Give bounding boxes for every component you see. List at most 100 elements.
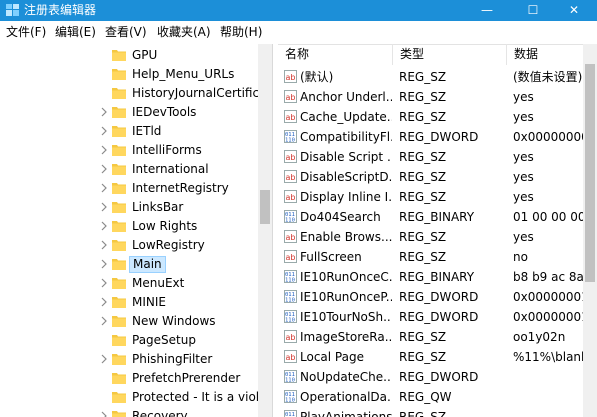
- folder-icon: [112, 107, 126, 118]
- value-data: yes: [513, 190, 534, 204]
- tree-item[interactable]: IntelliForms: [0, 141, 258, 160]
- chevron-right-icon[interactable]: [100, 316, 108, 326]
- svg-text:110: 110: [285, 278, 295, 284]
- value-data: yes: [513, 90, 534, 104]
- chevron-right-icon[interactable]: [100, 297, 108, 307]
- folder-icon: [112, 411, 126, 417]
- svg-text:110: 110: [285, 378, 295, 384]
- tree-item[interactable]: Low Rights: [0, 217, 258, 236]
- value-name: PlayAnimations: [300, 410, 392, 417]
- tree-item-label: LowRegistry: [132, 238, 205, 252]
- tree-item[interactable]: International: [0, 160, 258, 179]
- tree-scrollbar[interactable]: [258, 44, 272, 417]
- value-row[interactable]: 011 110 NoUpdateChe... REG_DWORD: [278, 367, 583, 387]
- tree-item[interactable]: LowRegistry: [0, 236, 258, 255]
- tree-item[interactable]: MINIE: [0, 293, 258, 312]
- value-data: 01 00 00 00: [513, 210, 583, 224]
- list-scrollbar-thumb[interactable]: [585, 64, 595, 282]
- value-name: Local Page: [300, 350, 364, 364]
- tree-item[interactable]: New Windows: [0, 312, 258, 331]
- tree-item[interactable]: Protected - It is a viola: [0, 388, 258, 407]
- menu-file[interactable]: 文件(F): [6, 25, 46, 40]
- column-header-name[interactable]: 名称: [278, 44, 393, 65]
- tree-item[interactable]: IETld: [0, 122, 258, 141]
- string-value-icon: ab: [284, 250, 297, 263]
- value-row[interactable]: 011 110 IE10TourNoSh... REG_DWORD 0x00000001: [278, 307, 583, 327]
- maximize-button[interactable]: ☐: [510, 0, 556, 21]
- chevron-right-icon[interactable]: [100, 221, 108, 231]
- column-header-data[interactable]: 数据: [507, 44, 583, 65]
- value-type: REG_SZ: [399, 70, 447, 84]
- minimize-button[interactable]: —: [464, 0, 510, 21]
- tree-item-label: PrefetchPrerender: [132, 371, 241, 385]
- svg-text:110: 110: [285, 298, 295, 304]
- tree-item[interactable]: HistoryJournalCertifica: [0, 84, 258, 103]
- value-row[interactable]: ab DisableScriptD... REG_SZ yes: [278, 167, 583, 187]
- value-row[interactable]: ab Local Page REG_SZ %11%\blank: [278, 347, 583, 367]
- value-row[interactable]: ab (默认) REG_SZ (数值未设置): [278, 67, 583, 87]
- folder-icon: [112, 278, 126, 289]
- svg-text:ab: ab: [286, 193, 296, 202]
- value-type: REG_SZ: [399, 170, 447, 184]
- value-row[interactable]: ab Disable Script ... REG_SZ yes: [278, 147, 583, 167]
- value-type: REG_SZ: [399, 90, 447, 104]
- value-row[interactable]: 011 110 IE10RunOnceC... REG_BINARY b8 b9 ac …: [278, 267, 583, 287]
- value-type: REG_DWORD: [399, 310, 479, 324]
- folder-icon: [112, 259, 126, 270]
- value-name: IE10RunOnceC...: [300, 270, 392, 284]
- menu-view[interactable]: 查看(V): [105, 25, 147, 40]
- value-row[interactable]: ab Cache_Update... REG_SZ yes: [278, 107, 583, 127]
- tree-scrollbar-thumb[interactable]: [260, 190, 270, 224]
- value-row[interactable]: ab ImageStoreRa... REG_SZ oo1y02n: [278, 327, 583, 347]
- chevron-right-icon[interactable]: [100, 183, 108, 193]
- menu-help[interactable]: 帮助(H): [220, 25, 262, 40]
- chevron-right-icon[interactable]: [100, 126, 108, 136]
- value-data: yes: [513, 170, 534, 184]
- value-row[interactable]: 011110PlayAnimations REG_SZ: [278, 407, 583, 417]
- chevron-right-icon[interactable]: [100, 164, 108, 174]
- folder-icon: [112, 69, 126, 80]
- value-type: REG_SZ: [399, 190, 447, 204]
- value-row[interactable]: 011 110 CompatibilityFl... REG_DWORD 0x00000…: [278, 127, 583, 147]
- tree-item[interactable]: IEDevTools: [0, 103, 258, 122]
- value-row[interactable]: ab FullScreen REG_SZ no: [278, 247, 583, 267]
- tree-item[interactable]: PrefetchPrerender: [0, 369, 258, 388]
- value-row[interactable]: 011 110 OperationalDa... REG_QW: [278, 387, 583, 407]
- column-header-type[interactable]: 类型: [393, 44, 507, 65]
- tree-item[interactable]: InternetRegistry: [0, 179, 258, 198]
- value-name: IE10RunOnceP...: [300, 290, 392, 304]
- tree-item[interactable]: Main: [0, 255, 258, 274]
- menu-favorites[interactable]: 收藏夹(A): [157, 25, 211, 40]
- registry-key-tree[interactable]: GPU Help_Menu_URLs HistoryJournalCertifica…: [0, 44, 271, 417]
- value-row[interactable]: ab Anchor Underl... REG_SZ yes: [278, 87, 583, 107]
- chevron-right-icon[interactable]: [100, 259, 108, 269]
- value-row[interactable]: 011 110 IE10RunOnceP... REG_DWORD 0x00000001: [278, 287, 583, 307]
- chevron-right-icon[interactable]: [100, 354, 108, 364]
- value-row[interactable]: 011 110 Do404Search REG_BINARY 01 00 00 00: [278, 207, 583, 227]
- close-button[interactable]: ✕: [551, 0, 597, 21]
- chevron-right-icon[interactable]: [100, 278, 108, 288]
- tree-item[interactable]: LinksBar: [0, 198, 258, 217]
- chevron-right-icon[interactable]: [100, 202, 108, 212]
- chevron-right-icon[interactable]: [100, 240, 108, 250]
- chevron-right-icon[interactable]: [100, 107, 108, 117]
- tree-item-label: GPU: [132, 48, 158, 62]
- tree-item[interactable]: PageSetup: [0, 331, 258, 350]
- binary-value-icon: 011110: [284, 410, 297, 417]
- chevron-right-icon[interactable]: [100, 145, 108, 155]
- tree-item-label: LinksBar: [132, 200, 184, 214]
- string-value-icon: ab: [284, 190, 297, 203]
- value-row[interactable]: ab Enable Brows... REG_SZ yes: [278, 227, 583, 247]
- tree-item[interactable]: Recovery: [0, 407, 258, 417]
- chevron-right-icon[interactable]: [100, 411, 108, 417]
- value-row[interactable]: ab Display Inline I... REG_SZ yes: [278, 187, 583, 207]
- tree-item[interactable]: Help_Menu_URLs: [0, 65, 258, 84]
- menu-edit[interactable]: 编辑(E): [55, 25, 96, 40]
- list-scrollbar[interactable]: [583, 44, 597, 417]
- string-value-icon: ab: [284, 90, 297, 103]
- regedit-app-icon: [6, 4, 19, 16]
- svg-text:ab: ab: [286, 333, 296, 342]
- tree-item[interactable]: MenuExt: [0, 274, 258, 293]
- tree-item[interactable]: GPU: [0, 46, 258, 65]
- tree-item[interactable]: PhishingFilter: [0, 350, 258, 369]
